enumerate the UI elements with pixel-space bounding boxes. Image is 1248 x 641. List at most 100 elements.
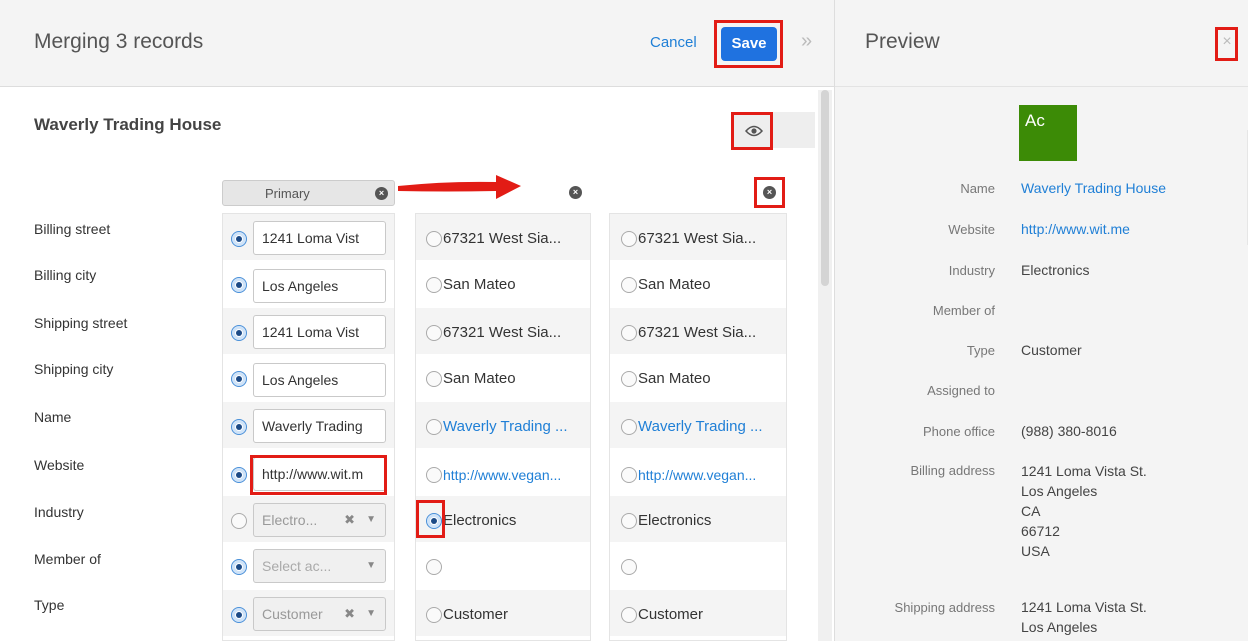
- name-option[interactable]: Waverly Trading ...: [638, 418, 762, 435]
- industry-option[interactable]: Electronics: [638, 512, 711, 529]
- chevron-down-icon[interactable]: ▼: [366, 504, 376, 536]
- radio-website-1[interactable]: [231, 467, 247, 483]
- type-option[interactable]: Customer: [443, 606, 508, 623]
- chevron-down-icon[interactable]: ▼: [366, 598, 376, 630]
- scrollbar-thumb[interactable]: [821, 90, 829, 286]
- label-shipping-city: Shipping city: [34, 361, 114, 377]
- radio-shipping-city-3[interactable]: [621, 371, 637, 387]
- radio-type-2[interactable]: [426, 607, 442, 623]
- preview-website-label: Website: [948, 222, 995, 237]
- website-callout: [250, 455, 387, 495]
- radio-type-3[interactable]: [621, 607, 637, 623]
- radio-name-3[interactable]: [621, 419, 637, 435]
- member-of-select[interactable]: Select ac... ▼: [253, 549, 386, 583]
- remove-primary-icon[interactable]: ×: [375, 187, 388, 200]
- radio-shipping-street-3[interactable]: [621, 325, 637, 341]
- preview-billing-address-label: Billing address: [910, 463, 995, 478]
- radio-billing-city-3[interactable]: [621, 277, 637, 293]
- radio-shipping-street-2[interactable]: [426, 325, 442, 341]
- radio-website-3[interactable]: [621, 467, 637, 483]
- radio-billing-city-2[interactable]: [426, 277, 442, 293]
- type-option[interactable]: Customer: [638, 606, 703, 623]
- shipping-street-option[interactable]: 67321 West Sia...: [443, 324, 561, 341]
- cancel-button[interactable]: Cancel: [650, 34, 697, 51]
- label-billing-street: Billing street: [34, 221, 111, 237]
- billing-address-line: 1241 Loma Vista St.: [1021, 463, 1147, 479]
- industry-select-value: Electro...: [262, 512, 318, 528]
- avatar: Ac: [1019, 105, 1077, 161]
- clear-icon[interactable]: ✖: [344, 598, 355, 630]
- label-industry: Industry: [34, 504, 84, 520]
- preview-industry-label: Industry: [948, 263, 995, 278]
- chevron-down-icon[interactable]: ▼: [366, 550, 376, 582]
- preview-phone-office-label: Phone office: [922, 424, 995, 439]
- radio-shipping-street-1[interactable]: [231, 325, 247, 341]
- billing-city-option[interactable]: San Mateo: [443, 276, 516, 293]
- eye-callout: [731, 112, 773, 150]
- clear-icon[interactable]: ✖: [344, 504, 355, 536]
- shipping-city-option[interactable]: San Mateo: [443, 370, 516, 387]
- billing-street-option[interactable]: 67321 West Sia...: [443, 230, 561, 247]
- label-name: Name: [34, 409, 72, 425]
- shipping-address-line: Los Angeles: [1021, 619, 1098, 635]
- shipping-city-option[interactable]: San Mateo: [638, 370, 711, 387]
- radio-type-1[interactable]: [231, 607, 247, 623]
- record-column-2: 67321 West Sia... San Mateo 67321 West S…: [415, 213, 591, 641]
- remove-column-2-icon[interactable]: ×: [569, 186, 582, 199]
- radio-billing-city-1[interactable]: [231, 277, 247, 293]
- radio-industry-1[interactable]: [231, 513, 247, 529]
- primary-record-column: 1241 Loma Vist Los Angeles 1241 Loma Vis…: [222, 213, 395, 641]
- radio-name-1[interactable]: [231, 419, 247, 435]
- billing-street-input[interactable]: 1241 Loma Vist: [253, 221, 386, 255]
- remove-column-callout: [754, 177, 785, 208]
- preview-name-value[interactable]: Waverly Trading House: [1021, 178, 1166, 198]
- radio-member-of-1[interactable]: [231, 559, 247, 575]
- preview-billing-address-value: 1241 Loma Vista St. Los Angeles CA 66712…: [1021, 461, 1147, 561]
- radio-member-of-2[interactable]: [426, 559, 442, 575]
- billing-address-line: CA: [1021, 503, 1041, 519]
- preview-shipping-address-value: 1241 Loma Vista St. Los Angeles: [1021, 597, 1147, 637]
- arrow-icon: [398, 175, 521, 199]
- label-shipping-street: Shipping street: [34, 315, 128, 331]
- preview-name-label: Name: [960, 181, 995, 196]
- radio-shipping-city-2[interactable]: [426, 371, 442, 387]
- expand-icon[interactable]: »: [801, 30, 812, 53]
- industry-option[interactable]: Electronics: [443, 512, 516, 529]
- radio-industry-3[interactable]: [621, 513, 637, 529]
- billing-address-line: 66712: [1021, 523, 1060, 539]
- name-option[interactable]: Waverly Trading ...: [443, 418, 567, 435]
- radio-billing-street-2[interactable]: [426, 231, 442, 247]
- record-name: Waverly Trading House: [34, 115, 222, 134]
- type-select[interactable]: Customer ✖ ▼: [253, 597, 386, 631]
- radio-member-of-3[interactable]: [621, 559, 637, 575]
- radio-shipping-city-1[interactable]: [231, 371, 247, 387]
- record-column-3: 67321 West Sia... San Mateo 67321 West S…: [609, 213, 787, 641]
- label-website: Website: [34, 457, 85, 473]
- preview-website-value[interactable]: http://www.wit.me: [1021, 219, 1130, 239]
- website-option[interactable]: http://www.vegan...: [443, 467, 561, 483]
- save-callout: [714, 20, 783, 68]
- website-option[interactable]: http://www.vegan...: [638, 467, 756, 483]
- radio-name-2[interactable]: [426, 419, 442, 435]
- primary-column-header: Primary ×: [222, 180, 395, 206]
- preview-phone-office-value: (988) 380-8016: [1021, 423, 1117, 439]
- name-input[interactable]: Waverly Trading: [253, 409, 386, 443]
- label-type: Type: [34, 597, 65, 613]
- preview-pane: Preview × Ac Name Waverly Trading House …: [834, 0, 1248, 641]
- billing-address-line: USA: [1021, 543, 1050, 559]
- billing-city-input[interactable]: Los Angeles: [253, 269, 386, 303]
- preview-type-value: Customer: [1021, 342, 1082, 358]
- member-of-placeholder: Select ac...: [262, 558, 332, 574]
- billing-address-line: Los Angeles: [1021, 483, 1098, 499]
- radio-billing-street-1[interactable]: [231, 231, 247, 247]
- preview-assigned-to-label: Assigned to: [927, 383, 995, 398]
- radio-website-2[interactable]: [426, 467, 442, 483]
- shipping-street-option[interactable]: 67321 West Sia...: [638, 324, 756, 341]
- shipping-city-input[interactable]: Los Angeles: [253, 363, 386, 397]
- shipping-street-input[interactable]: 1241 Loma Vist: [253, 315, 386, 349]
- billing-street-option[interactable]: 67321 West Sia...: [638, 230, 756, 247]
- preview-shipping-address-label: Shipping address: [894, 600, 995, 615]
- radio-billing-street-3[interactable]: [621, 231, 637, 247]
- industry-select[interactable]: Electro... ✖ ▼: [253, 503, 386, 537]
- billing-city-option[interactable]: San Mateo: [638, 276, 711, 293]
